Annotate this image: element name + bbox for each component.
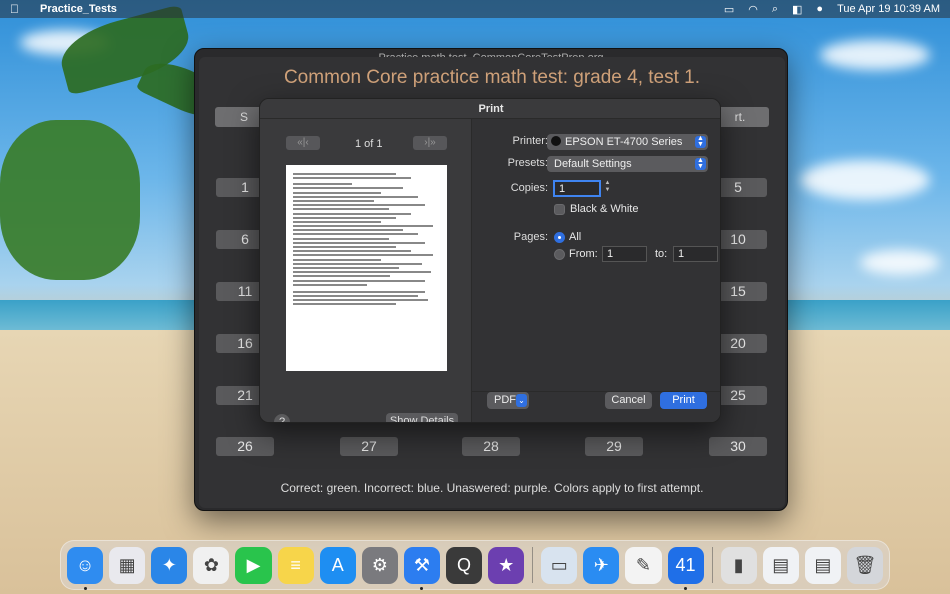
pages-label: Pages: — [513, 231, 548, 243]
presets-value: Default Settings — [554, 158, 632, 170]
instruments-icon[interactable]: ★ — [488, 546, 525, 584]
question-button-30[interactable]: 30 — [709, 437, 767, 456]
siri-icon[interactable]: ● — [816, 3, 823, 15]
question-button-29[interactable]: 29 — [585, 437, 643, 456]
menu-clock[interactable]: Tue Apr 19 10:39 AM — [837, 3, 940, 15]
facetime-icon[interactable]: ▶ — [235, 546, 272, 584]
printer-icon — [551, 136, 561, 146]
running-indicator — [420, 586, 424, 590]
textedit-icon[interactable]: ✎ — [625, 546, 662, 584]
running-indicator — [83, 586, 87, 590]
black-white-checkbox[interactable] — [554, 204, 565, 215]
wifi-icon[interactable]: ◠ — [748, 3, 758, 16]
pdf-menu-button[interactable]: PDF ⌄ — [487, 392, 529, 409]
presets-label: Presets: — [507, 157, 548, 169]
copies-field[interactable]: 1 — [553, 180, 601, 197]
print-dialog-title: Print — [260, 99, 720, 119]
search-icon[interactable]: ⌕ — [772, 3, 778, 16]
cancel-button[interactable]: Cancel — [605, 392, 652, 409]
pages-all-radio[interactable] — [554, 232, 565, 243]
pages-range-radio[interactable] — [554, 249, 565, 260]
quicktime-icon[interactable]: Q — [445, 546, 483, 584]
print-preview-pane: «|‹ 1 of 1 ›|» ? Show Details — [260, 119, 472, 422]
first-page-button[interactable]: «|‹ — [286, 136, 320, 150]
dock-separator — [711, 547, 713, 583]
chevron-updown-icon: ▲ ▼ — [695, 135, 706, 148]
show-details-button[interactable]: Show Details — [386, 413, 458, 422]
question-button-26[interactable]: 26 — [216, 437, 274, 456]
dock: ☺ ▦ ✦ ✿ ▶ ≡ A ⚙ ⚒ Q ★ ▭ ✈ ✎ 41 ▮ ▤ ▤ 🗑 — [60, 540, 890, 590]
pages-from-field[interactable]: 1 — [602, 246, 647, 262]
test-heading: Common Core practice math test: grade 4,… — [283, 67, 701, 88]
print-button[interactable]: Print — [660, 392, 707, 409]
question-button-27[interactable]: 27 — [340, 437, 398, 456]
pdf-label: PDF — [494, 394, 516, 406]
apple-logo-icon[interactable]:  — [10, 2, 24, 16]
printer-value: EPSON ET-4700 Series — [565, 136, 683, 148]
presets-select[interactable]: Default Settings ▲ ▼ — [547, 156, 708, 172]
app-store-icon[interactable]: A — [319, 546, 356, 584]
menu-bar:  Practice_Tests ▭ ◠ ⌕ ◧ ● Tue Apr 19 10… — [0, 0, 950, 18]
chevron-down-icon: ⌄ — [516, 394, 527, 407]
preview-icon[interactable]: ▭ — [541, 546, 578, 584]
running-indicator — [684, 586, 688, 590]
printer-label: Printer: — [512, 135, 548, 147]
scripts-icon[interactable]: ▮ — [720, 546, 757, 584]
pages-to-label: to: — [655, 248, 668, 260]
xcode-icon[interactable]: ⚒ — [403, 546, 440, 590]
color-legend-text: Correct: green. Incorrect: blue. Unaswer… — [280, 481, 704, 495]
menu-app-name[interactable]: Practice_Tests — [40, 3, 117, 15]
page-preview-thumbnail — [286, 165, 447, 371]
practice-tests-icon[interactable]: 41 — [667, 546, 704, 590]
copies-label: Copies: — [510, 182, 548, 194]
question-button-28[interactable]: 28 — [462, 437, 520, 456]
control-center-icon[interactable]: ◧ — [792, 3, 802, 16]
black-white-label: Black & White — [570, 203, 639, 215]
testflight-icon[interactable]: ✈ — [583, 546, 620, 584]
notes-icon[interactable]: ≡ — [277, 546, 314, 584]
printer-select[interactable]: EPSON ET-4700 Series ▲ ▼ — [547, 134, 708, 150]
system-preferences-icon[interactable]: ⚙ — [361, 546, 398, 584]
help-button[interactable]: ? — [274, 414, 290, 422]
print-settings-pane: Printer: EPSON ET-4700 Series ▲ ▼ Presets… — [472, 119, 720, 422]
trash-icon[interactable]: 🗑 — [846, 546, 884, 584]
window-thumbnail-icon[interactable]: ▤ — [762, 546, 799, 584]
photos-icon[interactable]: ✿ — [193, 546, 230, 584]
battery-icon[interactable]: ▭ — [724, 3, 734, 16]
print-dialog: Print «|‹ 1 of 1 ›|» ? Show Details Prin… — [259, 98, 721, 423]
launchpad-icon[interactable]: ▦ — [109, 546, 146, 584]
pages-all-label: All — [569, 231, 582, 243]
last-page-button[interactable]: ›|» — [413, 136, 447, 150]
finder-icon[interactable]: ☺ — [67, 546, 104, 590]
pages-from-label: From: — [569, 248, 598, 260]
dock-separator — [532, 547, 534, 583]
pages-to-field[interactable]: 1 — [673, 246, 718, 262]
copies-stepper[interactable]: ▲ ▼ — [603, 180, 612, 196]
page-count: 1 of 1 — [355, 138, 383, 150]
safari-icon[interactable]: ✦ — [151, 546, 188, 584]
chevron-updown-icon: ▲ ▼ — [695, 157, 706, 170]
window-thumbnail-icon[interactable]: ▤ — [804, 546, 841, 584]
